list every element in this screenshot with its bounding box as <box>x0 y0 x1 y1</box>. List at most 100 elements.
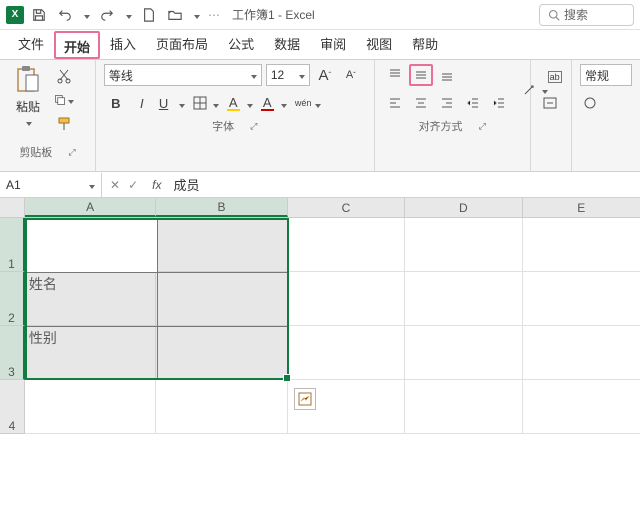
open-icon[interactable] <box>164 4 186 26</box>
search-box[interactable]: 搜索 <box>539 4 634 26</box>
paste-icon <box>12 64 44 96</box>
format-painter-button[interactable] <box>54 114 74 134</box>
align-left-button[interactable] <box>383 92 407 114</box>
cell-c1[interactable] <box>288 218 405 272</box>
tab-home[interactable]: 开始 <box>54 31 100 59</box>
search-placeholder: 搜索 <box>564 6 588 23</box>
group-clipboard: 粘贴 剪贴板 ⤢ <box>0 60 96 171</box>
align-right-button[interactable] <box>435 92 459 114</box>
tab-formulas[interactable]: 公式 <box>218 28 264 59</box>
tab-insert[interactable]: 插入 <box>100 28 146 59</box>
tab-file[interactable]: 文件 <box>8 28 54 59</box>
cell-d4[interactable] <box>405 380 522 434</box>
decrease-indent-button[interactable] <box>461 92 485 114</box>
underline-button[interactable]: U <box>156 92 188 114</box>
save-icon[interactable] <box>28 4 50 26</box>
grid-area[interactable]: A B C D E 1 成员 2 姓名 3 性别 4 <box>0 198 640 434</box>
column-headers: A B C D E <box>0 198 640 218</box>
cell-b4[interactable] <box>156 380 287 434</box>
row-header-2[interactable]: 2 <box>0 272 25 326</box>
row-header-1[interactable]: 1 <box>0 218 25 272</box>
undo-button[interactable] <box>54 4 76 26</box>
cell-e3[interactable] <box>523 326 640 380</box>
accounting-format-button[interactable] <box>580 92 612 114</box>
col-header-c[interactable]: C <box>288 198 405 217</box>
align-top-button[interactable] <box>383 64 407 86</box>
col-header-a[interactable]: A <box>25 198 156 217</box>
font-color-button[interactable]: A <box>258 92 290 114</box>
tab-review[interactable]: 审阅 <box>310 28 356 59</box>
cell-b3[interactable] <box>156 326 287 380</box>
group-alignment: ab 对齐方式⤢ <box>375 60 531 171</box>
align-group-label: 对齐方式 <box>419 118 463 134</box>
paste-button[interactable]: 粘贴 <box>8 64 48 129</box>
number-format-select[interactable]: 常规 <box>580 64 632 86</box>
grow-font-button[interactable]: Aˆ <box>314 64 336 86</box>
group-wrap-merge <box>531 60 572 171</box>
row-header-3[interactable]: 3 <box>0 326 25 380</box>
col-header-d[interactable]: D <box>405 198 522 217</box>
title-bar: X ⋯ 工作簿1 - Excel 搜索 <box>0 0 640 30</box>
font-size-select[interactable]: 12 <box>266 64 310 86</box>
fx-icon[interactable]: fx <box>152 178 161 192</box>
cell-e1[interactable] <box>523 218 640 272</box>
align-middle-button[interactable] <box>409 64 433 86</box>
bold-button[interactable]: B <box>104 92 128 114</box>
cell-d1[interactable] <box>405 218 522 272</box>
select-all-corner[interactable] <box>0 198 25 217</box>
redo-button[interactable] <box>96 4 118 26</box>
cell-e2[interactable] <box>523 272 640 326</box>
new-file-icon[interactable] <box>138 4 160 26</box>
name-box[interactable]: A1 <box>0 173 102 197</box>
font-launcher[interactable]: ⤢ <box>250 121 257 132</box>
increase-indent-button[interactable] <box>487 92 511 114</box>
formula-input[interactable]: 成员 <box>167 175 640 194</box>
cell-a2[interactable]: 姓名 <box>25 272 156 326</box>
paste-label: 粘贴 <box>16 98 40 115</box>
phonetic-button[interactable]: wén <box>292 92 324 114</box>
cancel-formula-icon[interactable]: ✕ <box>110 178 120 192</box>
undo-dropdown[interactable] <box>82 8 90 22</box>
paste-dropdown-icon <box>24 115 32 129</box>
quick-analysis-button[interactable] <box>294 388 316 410</box>
italic-button[interactable]: I <box>130 92 154 114</box>
cell-a1[interactable]: 成员 <box>25 218 156 272</box>
align-bottom-button[interactable] <box>435 64 459 86</box>
cell-c3[interactable] <box>288 326 405 380</box>
fill-color-button[interactable]: A <box>224 92 256 114</box>
col-header-b[interactable]: B <box>156 198 287 217</box>
group-font: 等线 12 Aˆ Aˇ B I U A A wén 字体 ⤢ <box>96 60 375 171</box>
enter-formula-icon[interactable]: ✓ <box>128 178 138 192</box>
shrink-font-button[interactable]: Aˇ <box>340 64 362 86</box>
cell-c2[interactable] <box>288 272 405 326</box>
search-icon <box>548 9 560 21</box>
ribbon-tabs: 文件 开始 插入 页面布局 公式 数据 审阅 视图 帮助 <box>0 30 640 60</box>
tab-view[interactable]: 视图 <box>356 28 402 59</box>
cell-a4[interactable] <box>25 380 156 434</box>
cell-e4[interactable] <box>523 380 640 434</box>
tab-help[interactable]: 帮助 <box>402 28 448 59</box>
copy-button[interactable] <box>54 90 74 110</box>
group-number: 常规 <box>572 60 640 171</box>
font-name-select[interactable]: 等线 <box>104 64 262 86</box>
row-header-4[interactable]: 4 <box>0 380 25 434</box>
cell-d2[interactable] <box>405 272 522 326</box>
font-group-label: 字体 <box>212 118 234 134</box>
clipboard-group-label: 剪贴板 <box>19 144 52 160</box>
cell-b2[interactable] <box>156 272 287 326</box>
open-dropdown[interactable] <box>192 8 200 22</box>
cell-a3[interactable]: 性别 <box>25 326 156 380</box>
formula-bar: A1 ✕ ✓ fx 成员 <box>0 172 640 198</box>
col-header-e[interactable]: E <box>523 198 640 217</box>
qat-overflow[interactable]: ⋯ <box>208 8 220 22</box>
borders-button[interactable] <box>190 92 222 114</box>
redo-dropdown[interactable] <box>124 8 132 22</box>
tab-data[interactable]: 数据 <box>264 28 310 59</box>
cell-b1[interactable] <box>156 218 287 272</box>
cell-d3[interactable] <box>405 326 522 380</box>
cut-button[interactable] <box>54 66 74 86</box>
clipboard-launcher[interactable]: ⤢ <box>68 147 75 158</box>
tab-page-layout[interactable]: 页面布局 <box>146 28 218 59</box>
align-center-button[interactable] <box>409 92 433 114</box>
align-launcher[interactable]: ⤢ <box>479 121 486 132</box>
